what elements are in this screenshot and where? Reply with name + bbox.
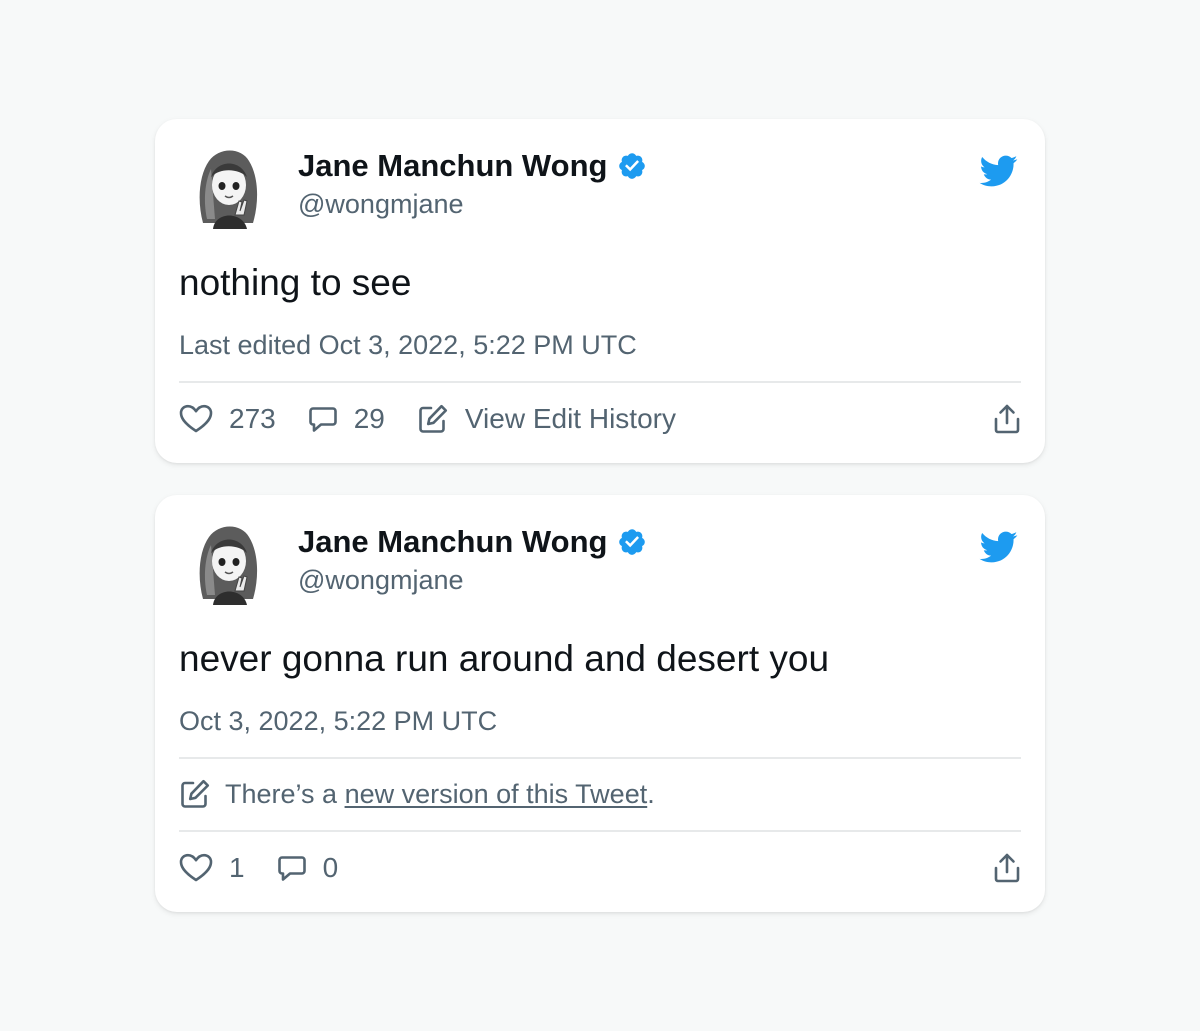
divider xyxy=(179,757,1021,759)
view-edit-history-label: View Edit History xyxy=(464,403,676,434)
divider xyxy=(179,381,1021,383)
avatar[interactable] xyxy=(189,521,267,605)
author-handle[interactable]: @wongmjane xyxy=(298,565,464,596)
new-version-notice: There’s a new version of this Tweet. xyxy=(179,778,1021,810)
notice-prefix: There’s a xyxy=(225,778,345,809)
reply-icon xyxy=(308,405,338,433)
notice-suffix: . xyxy=(647,778,655,809)
tweet-text: never gonna run around and desert you xyxy=(179,638,830,679)
reply-count: 29 xyxy=(353,403,385,434)
like-button[interactable]: 273 xyxy=(179,403,276,435)
author-handle[interactable]: @wongmjane xyxy=(298,189,464,220)
reply-button[interactable]: 0 xyxy=(277,852,339,884)
like-button[interactable]: 1 xyxy=(179,852,245,884)
action-bar: 273 29 View Edit History xyxy=(179,397,1021,441)
edit-icon xyxy=(417,403,449,435)
reply-button[interactable]: 29 xyxy=(308,403,385,435)
tweet-timestamp[interactable]: Last edited Oct 3, 2022, 5:22 PM UTC xyxy=(179,330,637,361)
action-bar: 1 0 xyxy=(179,846,1021,890)
heart-icon xyxy=(179,853,213,883)
reply-icon xyxy=(277,854,307,882)
view-edit-history-button[interactable]: View Edit History xyxy=(417,403,676,435)
notice-text: There’s a new version of this Tweet. xyxy=(225,779,655,810)
reply-count: 0 xyxy=(322,852,339,883)
like-count: 1 xyxy=(229,852,245,883)
avatar[interactable] xyxy=(189,145,267,229)
verified-badge-icon xyxy=(617,527,647,557)
author-name-text[interactable]: Jane Manchun Wong xyxy=(298,524,607,560)
verified-badge-icon xyxy=(617,151,647,181)
twitter-bird-icon[interactable] xyxy=(975,527,1021,567)
twitter-bird-icon[interactable] xyxy=(975,151,1021,191)
tweet-text: nothing to see xyxy=(179,262,412,303)
author-name[interactable]: Jane Manchun Wong xyxy=(298,148,647,184)
author-name[interactable]: Jane Manchun Wong xyxy=(298,524,647,560)
tweet-card-1[interactable]: Jane Manchun Wong @wongmjane nothing to … xyxy=(155,119,1045,463)
share-icon[interactable] xyxy=(993,852,1021,884)
edit-icon xyxy=(179,778,211,810)
tweet-timestamp[interactable]: Oct 3, 2022, 5:22 PM UTC xyxy=(179,706,497,737)
like-count: 273 xyxy=(229,403,276,434)
divider xyxy=(179,830,1021,832)
tweet-card-2[interactable]: Jane Manchun Wong @wongmjane never gonna… xyxy=(155,495,1045,912)
new-version-link[interactable]: new version of this Tweet xyxy=(345,779,648,809)
share-icon[interactable] xyxy=(993,403,1021,435)
heart-icon xyxy=(179,404,213,434)
author-name-text[interactable]: Jane Manchun Wong xyxy=(298,148,607,184)
